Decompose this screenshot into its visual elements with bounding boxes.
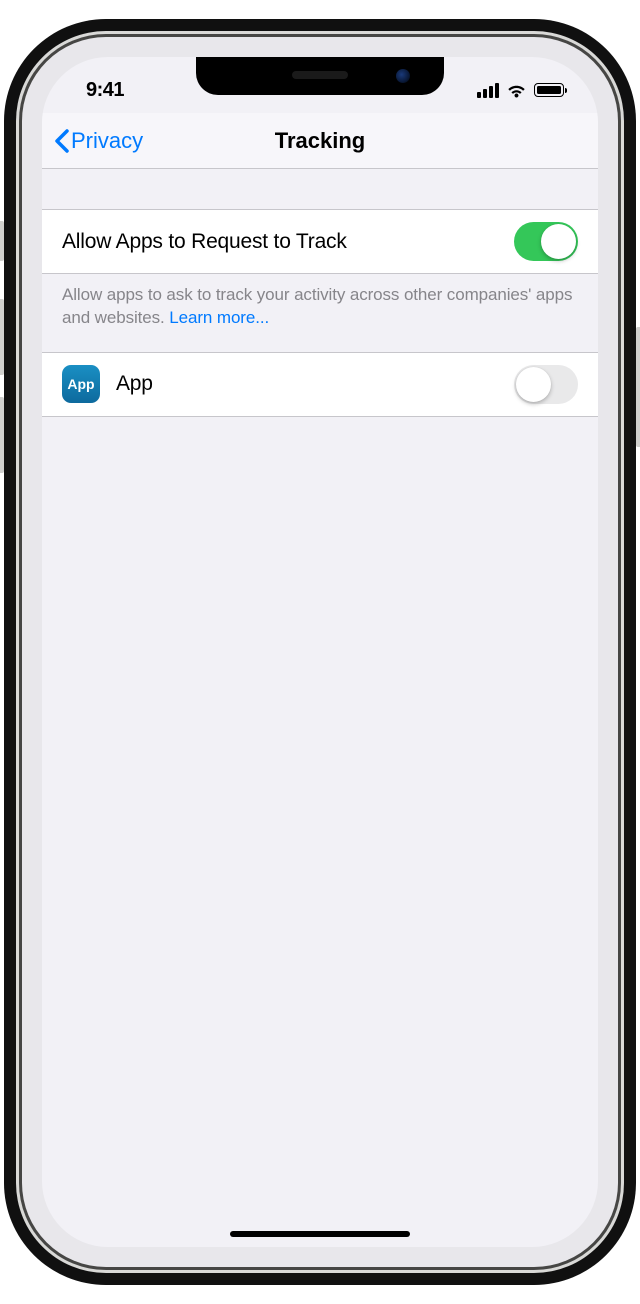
power-button bbox=[636, 327, 640, 447]
settings-content: Allow Apps to Request to Track Allow app… bbox=[42, 169, 598, 417]
speaker-grille bbox=[292, 71, 348, 79]
app-tracking-toggle[interactable] bbox=[514, 365, 578, 404]
allow-apps-request-row: Allow Apps to Request to Track bbox=[42, 209, 598, 274]
cellular-signal-icon bbox=[477, 83, 499, 98]
volume-up-button bbox=[0, 299, 4, 375]
notch bbox=[196, 57, 444, 95]
chevron-left-icon bbox=[54, 129, 69, 153]
learn-more-link[interactable]: Learn more... bbox=[169, 308, 269, 327]
allow-apps-footer: Allow apps to ask to track your activity… bbox=[42, 274, 598, 352]
front-camera bbox=[396, 69, 410, 83]
wifi-icon bbox=[506, 83, 527, 98]
allow-apps-request-label: Allow Apps to Request to Track bbox=[62, 230, 514, 254]
app-tracking-row: App App bbox=[42, 352, 598, 417]
toggle-knob bbox=[516, 367, 551, 402]
status-icons bbox=[477, 83, 564, 98]
back-label: Privacy bbox=[71, 128, 143, 154]
screen: 9:41 Privacy Tracking bbox=[42, 57, 598, 1247]
app-name-label: App bbox=[116, 372, 514, 396]
battery-icon bbox=[534, 83, 564, 97]
allow-apps-request-toggle[interactable] bbox=[514, 222, 578, 261]
toggle-knob bbox=[541, 224, 576, 259]
footer-description: Allow apps to ask to track your activity… bbox=[62, 285, 572, 327]
volume-down-button bbox=[0, 397, 4, 473]
mute-switch bbox=[0, 221, 4, 261]
home-indicator[interactable] bbox=[230, 1231, 410, 1237]
navigation-bar: Privacy Tracking bbox=[42, 113, 598, 169]
status-time: 9:41 bbox=[86, 79, 124, 102]
phone-device-frame: 9:41 Privacy Tracking bbox=[22, 37, 618, 1267]
back-button[interactable]: Privacy bbox=[54, 128, 143, 154]
app-icon: App bbox=[62, 365, 100, 403]
app-icon-text: App bbox=[67, 376, 94, 392]
